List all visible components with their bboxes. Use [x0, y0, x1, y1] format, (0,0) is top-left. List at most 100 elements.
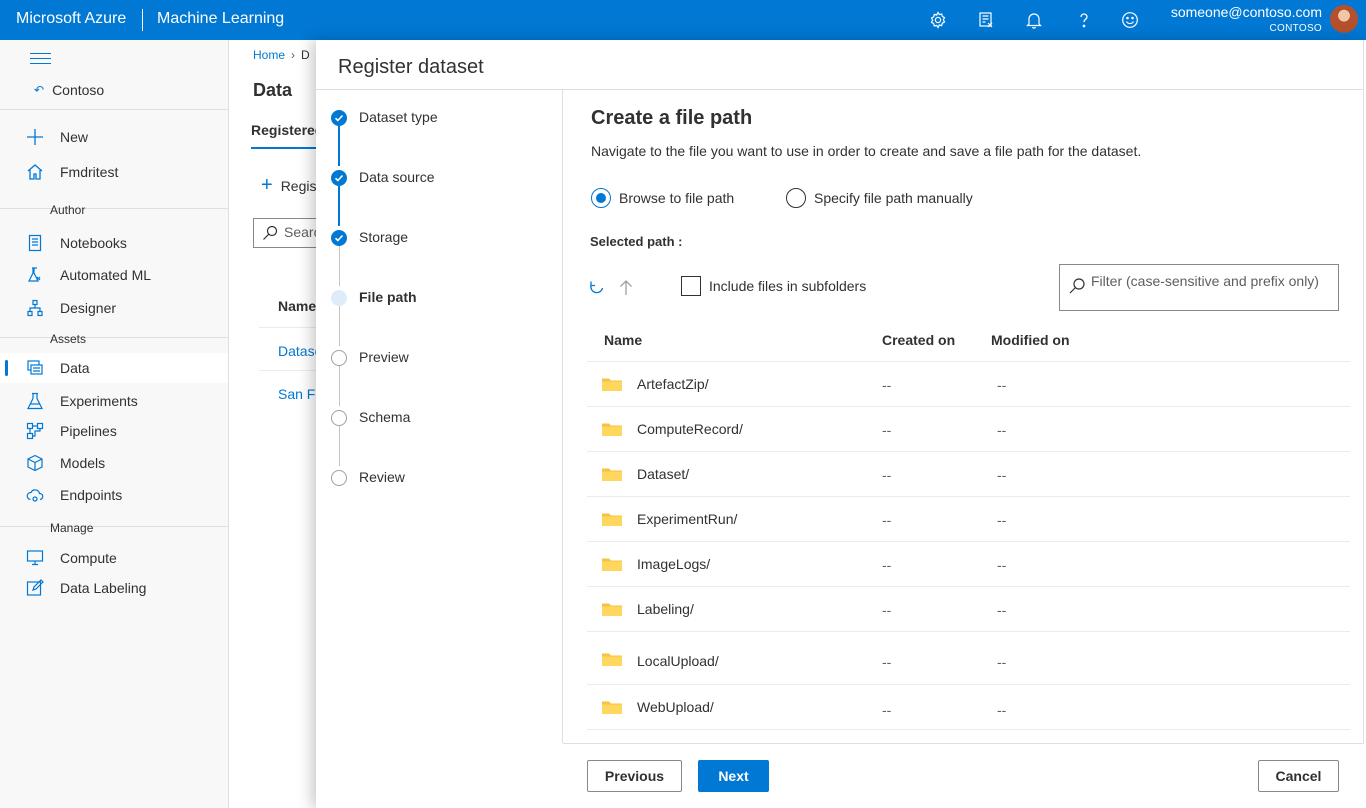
sidebar-item-endpoints[interactable]: Endpoints [0, 480, 228, 510]
cube-icon [26, 454, 44, 472]
column-header-modified[interactable]: Modified on [991, 332, 1070, 348]
endpoint-icon [26, 486, 44, 504]
folder-name[interactable]: ImageLogs/ [637, 556, 710, 572]
sidebar-section-assets: Assets [50, 332, 87, 346]
modified-on-value: -- [997, 602, 1007, 618]
folder-name[interactable]: ArtefactZip/ [637, 376, 709, 392]
table-row[interactable]: LocalUpload/ -- -- [587, 634, 1350, 685]
smiley-icon[interactable] [1118, 8, 1142, 32]
sidebar-item-models[interactable]: Models [0, 448, 228, 478]
sidebar-item-automated-ml[interactable]: Automated ML [0, 260, 228, 290]
settings-icon[interactable] [926, 8, 950, 32]
page-search-input[interactable]: Searc [253, 218, 319, 248]
checkmark-icon [331, 110, 347, 126]
sidebar-item-data[interactable]: Data [0, 353, 228, 383]
sidebar-item-designer[interactable]: Designer [0, 293, 228, 323]
radio-browse-file-path[interactable]: Browse to file path [591, 188, 734, 208]
search-icon [262, 225, 278, 241]
previous-button[interactable]: Previous [587, 760, 682, 792]
sidebar-item-label: Designer [60, 300, 117, 316]
edit-icon [26, 579, 44, 597]
product-name[interactable]: Machine Learning [157, 10, 284, 28]
sidebar-item-data-labeling[interactable]: Data Labeling [0, 573, 228, 603]
sidebar-item-fmdritest[interactable]: Fmdritest [0, 157, 228, 187]
include-subfolders-label[interactable]: Include files in subfolders [709, 278, 866, 294]
avatar[interactable] [1330, 5, 1358, 33]
folder-name[interactable]: Labeling/ [637, 601, 694, 617]
include-subfolders-checkbox[interactable] [681, 276, 701, 296]
list-item[interactable]: San Fr [259, 370, 319, 413]
pending-step-icon [331, 410, 347, 426]
tab-underline [251, 147, 319, 149]
radio-label: Browse to file path [619, 190, 735, 206]
sidebar-item-notebooks[interactable]: Notebooks [0, 228, 228, 258]
current-step-icon [331, 290, 347, 306]
column-header-name[interactable]: Name [278, 298, 316, 314]
folder-name[interactable]: LocalUpload/ [637, 653, 719, 669]
table-row[interactable]: ExperimentRun/ -- -- [587, 497, 1350, 542]
folder-name[interactable]: WebUpload/ [637, 699, 714, 715]
created-on-value: -- [882, 422, 892, 438]
breadcrumb-home[interactable]: Home [253, 48, 285, 62]
modified-on-value: -- [997, 654, 1007, 670]
created-on-value: -- [882, 654, 892, 670]
folder-name[interactable]: ExperimentRun/ [637, 511, 737, 527]
help-icon[interactable] [1072, 8, 1096, 32]
step-connector [339, 366, 340, 406]
created-on-value: -- [882, 377, 892, 393]
table-row[interactable]: Labeling/ -- -- [587, 587, 1350, 632]
step-connector [338, 186, 340, 226]
table-row[interactable]: ImageLogs/ -- -- [587, 542, 1350, 587]
sidebar-divider [0, 208, 229, 209]
notifications-icon[interactable] [1022, 8, 1046, 32]
panel-title: Register dataset [338, 56, 484, 78]
brand-link[interactable]: Microsoft Azure [16, 10, 126, 28]
search-icon [1068, 277, 1086, 295]
sidebar-item-experiments[interactable]: Experiments [0, 386, 228, 416]
cancel-button[interactable]: Cancel [1258, 760, 1339, 792]
sidebar-item-label: Compute [60, 550, 117, 566]
plus-icon [26, 128, 44, 146]
list-item[interactable]: Datase [259, 327, 319, 370]
tab-registered[interactable]: Registered [251, 122, 319, 138]
sidebar-divider [0, 337, 229, 338]
modified-on-value: -- [997, 557, 1007, 573]
panel-edge [1363, 40, 1364, 743]
sidebar-item-pipelines[interactable]: Pipelines [0, 416, 228, 446]
radio-specify-manually[interactable]: Specify file path manually [786, 188, 973, 208]
step-label: Data source [359, 169, 435, 185]
filter-input[interactable]: Filter (case-sensitive and prefix only) [1059, 264, 1339, 311]
sidebar-item-compute[interactable]: Compute [0, 543, 228, 573]
register-dataset-button[interactable]: + Regis [261, 174, 316, 197]
page-title: Data [253, 80, 293, 100]
table-row[interactable]: Dataset/ -- -- [587, 452, 1350, 497]
column-header-name[interactable]: Name [604, 332, 642, 348]
column-header-created[interactable]: Created on [882, 332, 955, 348]
sidebar-item-label: Automated ML [60, 267, 152, 283]
sidebar-section-manage: Manage [50, 521, 94, 535]
folder-name[interactable]: Dataset/ [637, 466, 689, 482]
search-placeholder: Searc [284, 224, 319, 240]
checkmark-icon [331, 170, 347, 186]
sidebar-item-new[interactable]: New [0, 122, 228, 152]
pending-step-icon [331, 350, 347, 366]
user-email[interactable]: someone@contoso.com [1171, 4, 1322, 20]
flask-icon [26, 266, 44, 284]
table-row[interactable]: ComputeRecord/ -- -- [587, 407, 1350, 452]
sidebar-item-label: New [60, 129, 89, 145]
radio-checked-icon [591, 188, 611, 208]
created-on-value: -- [882, 557, 892, 573]
breadcrumb-current[interactable]: D [301, 48, 310, 62]
hamburger-menu-icon[interactable] [30, 53, 51, 65]
folder-name[interactable]: ComputeRecord/ [637, 421, 743, 437]
workspace-link[interactable]: ↶ Contoso [34, 82, 104, 98]
up-arrow-icon[interactable] [618, 279, 634, 297]
next-button[interactable]: Next [698, 760, 769, 792]
refresh-icon[interactable] [588, 279, 606, 297]
plus-icon: + [261, 174, 273, 196]
table-row[interactable]: WebUpload/ -- -- [587, 685, 1350, 730]
register-dataset-panel: Register dataset Dataset type Data sourc… [316, 40, 1366, 808]
feedback-icon[interactable] [974, 8, 998, 32]
table-row[interactable]: ArtefactZip/ -- -- [587, 362, 1350, 407]
sidebar: ↶ Contoso New Fmdritest Author Notebooks… [0, 40, 229, 808]
